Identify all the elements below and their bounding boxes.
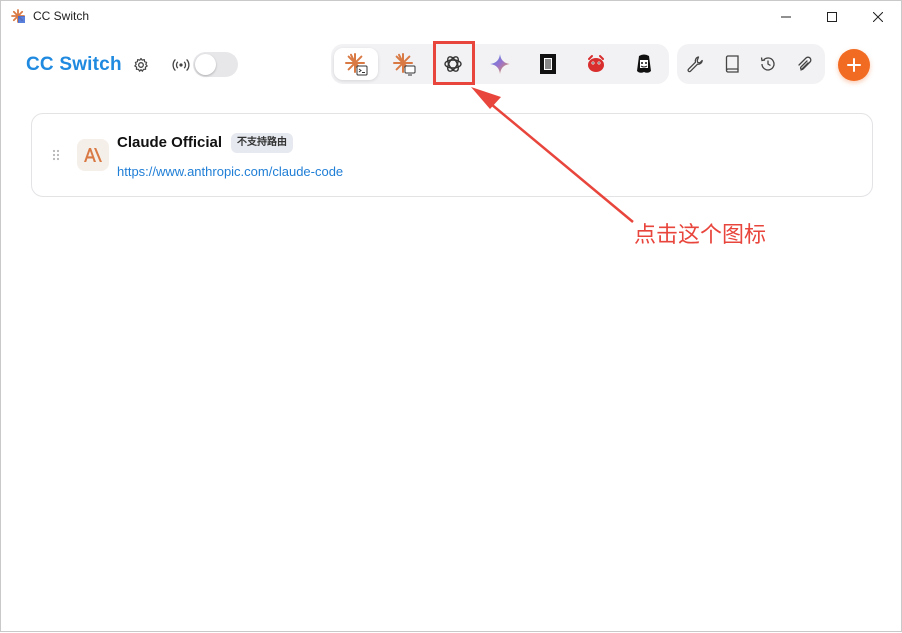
tab-gemini[interactable] (478, 48, 522, 80)
tab-openclaw[interactable] (622, 48, 666, 80)
gemini-icon (490, 54, 510, 74)
history-icon (760, 57, 775, 71)
claude-desktop-icon (393, 53, 416, 76)
proxy-toggle[interactable] (193, 52, 238, 77)
wrench-icon (687, 56, 703, 73)
skills-button[interactable] (790, 50, 820, 78)
tab-opencode[interactable] (526, 48, 570, 80)
tools-button[interactable] (680, 50, 710, 78)
app-window: CC Switch CC Switch Claude Official 不支持路… (0, 0, 902, 632)
provider-name: Claude Official (117, 134, 223, 151)
tab-claude-code[interactable] (334, 48, 378, 80)
minimize-button[interactable] (763, 1, 809, 32)
history-button[interactable] (753, 50, 783, 78)
claude-terminal-icon (345, 53, 368, 76)
provider-url-link[interactable]: https://www.anthropic.com/claude-code (117, 164, 343, 179)
annotation-arrow (471, 87, 634, 223)
anthropic-logo (77, 139, 109, 171)
maximize-icon (827, 11, 837, 22)
book-icon (725, 55, 739, 73)
highlight-box (433, 41, 475, 85)
status-badge: 不支持路由 (231, 133, 293, 153)
add-provider-button[interactable] (838, 49, 870, 81)
minimize-icon (781, 16, 791, 17)
paperclip-icon (798, 56, 812, 71)
title-bar: CC Switch (1, 1, 901, 32)
settings-button[interactable] (131, 55, 151, 75)
provider-card[interactable] (31, 113, 873, 197)
tab-claude-desktop[interactable] (382, 48, 426, 80)
maximize-button[interactable] (809, 1, 855, 32)
opencode-icon (540, 54, 556, 74)
anthropic-icon (84, 148, 102, 162)
annotation-text: 点击这个图标 (634, 223, 767, 248)
sparkle-app-icon (11, 9, 25, 23)
plus-icon (847, 58, 861, 72)
toggle-knob (195, 54, 216, 75)
docs-button[interactable] (717, 50, 747, 78)
red-creature-icon (588, 55, 604, 72)
app-logo[interactable]: CC Switch (26, 54, 122, 76)
close-button[interactable] (855, 1, 901, 32)
tab-red-app[interactable] (574, 48, 618, 80)
window-title: CC Switch (33, 9, 90, 23)
drag-handle-icon[interactable] (52, 149, 60, 161)
gear-icon (134, 57, 148, 72)
close-icon (873, 11, 883, 22)
claw-icon (637, 54, 651, 73)
signal-icon (172, 58, 190, 72)
